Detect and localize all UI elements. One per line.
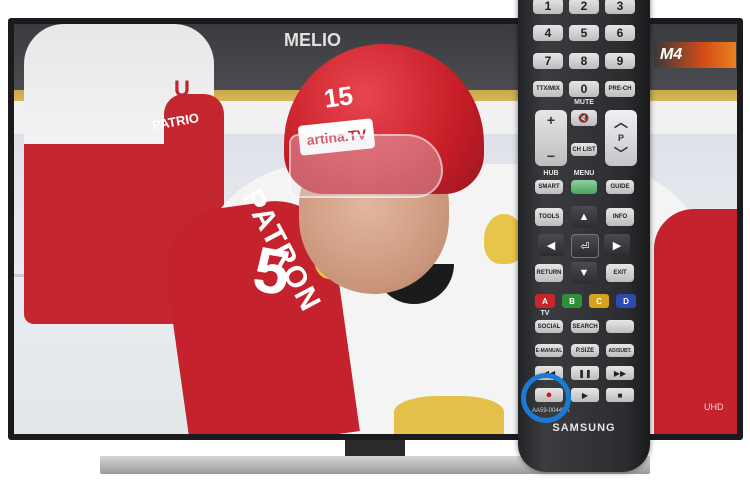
mute-label: MUTE — [574, 99, 594, 106]
color-button-c[interactable]: C — [589, 294, 609, 308]
play-button[interactable]: ▶ — [571, 388, 599, 402]
social-button[interactable]: SOCIAL — [535, 320, 563, 333]
e-manual-button[interactable]: E-MANUAL — [535, 344, 563, 357]
color-button-b[interactable]: B — [562, 294, 582, 308]
channel-down-icon: ﹀ — [614, 146, 628, 162]
helmet-visor — [289, 134, 443, 198]
jersey-eagle-emblem — [394, 396, 504, 434]
return-button[interactable]: RETURN — [535, 264, 563, 282]
hub-label: HUB — [543, 170, 559, 177]
tv-stand-neck — [345, 440, 405, 456]
stop-icon: ■ — [617, 390, 623, 400]
enter-button[interactable]: ⏎ — [571, 234, 599, 258]
helmet-number: 15 — [321, 80, 355, 114]
color-button-a[interactable]: A — [535, 294, 555, 308]
board-advert-text: MELIO — [284, 30, 341, 50]
channel-label: P — [617, 133, 624, 143]
broadcast-corner-logo: UHD — [704, 402, 724, 412]
arrow-right-button[interactable]: ▶ — [604, 234, 630, 256]
ch-list-button[interactable]: CH LIST — [571, 143, 597, 156]
stop-button[interactable]: ■ — [606, 388, 634, 402]
button-7[interactable]: 7 — [533, 53, 563, 69]
tv-label: TV — [540, 310, 550, 317]
tools-button[interactable]: TOOLS — [535, 208, 563, 226]
info-button[interactable]: INFO — [606, 208, 634, 226]
color-button-d[interactable]: D — [616, 294, 636, 308]
arrow-left-icon: ◀ — [546, 239, 556, 252]
menu-button[interactable] — [571, 180, 597, 194]
arrow-right-icon: ▶ — [612, 239, 622, 252]
guide-button[interactable]: GUIDE — [606, 180, 634, 194]
extra-button[interactable] — [606, 320, 634, 333]
volume-down-icon: − — [546, 148, 556, 164]
play-icon: ▶ — [581, 390, 589, 400]
button-6[interactable]: 6 — [605, 25, 635, 41]
arrow-up-icon: ▲ — [578, 211, 590, 223]
arrow-up-button[interactable]: ▲ — [571, 206, 597, 228]
player-sleeve-right — [654, 209, 737, 434]
record-button-highlight-ring — [521, 373, 571, 423]
ttx-mix-button[interactable]: TTX/MIX — [533, 81, 563, 97]
exit-button[interactable]: EXIT — [606, 264, 634, 282]
smart-button[interactable]: SMART — [535, 180, 563, 194]
volume-rocker[interactable]: + − — [535, 110, 567, 166]
search-button[interactable]: SEARCH — [571, 320, 599, 333]
fast-forward-icon: ▶▶ — [613, 368, 627, 378]
pause-icon: ❚❚ — [578, 368, 592, 378]
button-1[interactable]: 1 — [533, 0, 563, 14]
fast-forward-button[interactable]: ▶▶ — [606, 366, 634, 380]
channel-rocker[interactable]: ︿ P ﹀ — [605, 110, 637, 166]
ad-subt-button[interactable]: AD/SUBT. — [606, 344, 634, 357]
volume-up-icon: + — [546, 112, 556, 128]
pre-ch-button[interactable]: PRE-CH — [605, 81, 635, 97]
menu-label: MENU — [573, 170, 595, 177]
arrow-down-icon: ▼ — [578, 267, 590, 279]
remote-brand: SAMSUNG — [552, 422, 616, 434]
button-8[interactable]: 8 — [569, 53, 599, 69]
arrow-left-button[interactable]: ◀ — [538, 234, 564, 256]
button-3[interactable]: 3 — [605, 0, 635, 14]
mute-icon: 🔇 — [578, 112, 590, 123]
channel-up-icon: ︿ — [614, 114, 628, 130]
pause-button[interactable]: ❚❚ — [571, 366, 599, 380]
background-player-number: U — [174, 76, 190, 101]
enter-icon: ⏎ — [580, 240, 590, 253]
p-size-button[interactable]: P.SIZE — [571, 344, 599, 357]
channel-logo: M4 — [654, 42, 736, 68]
mute-button[interactable]: 🔇 — [571, 110, 597, 126]
button-5[interactable]: 5 — [569, 25, 599, 41]
arrow-down-button[interactable]: ▼ — [571, 262, 597, 284]
button-2[interactable]: 2 — [569, 0, 599, 14]
button-9[interactable]: 9 — [605, 53, 635, 69]
button-4[interactable]: 4 — [533, 25, 563, 41]
button-0[interactable]: 0 — [569, 81, 599, 97]
